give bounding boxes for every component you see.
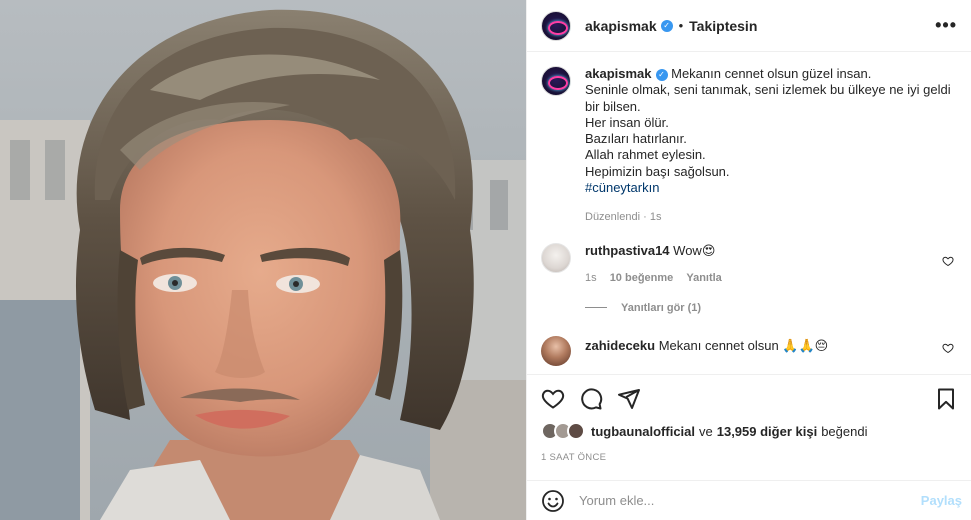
liker-avatars xyxy=(541,422,585,440)
comment-meta: 1s 10 beğenme Yanıtla xyxy=(585,272,958,284)
action-bar xyxy=(527,374,971,420)
likes-connector: ve xyxy=(699,423,713,439)
author-avatar[interactable] xyxy=(541,10,571,41)
hashtag-link[interactable]: #cüneytarkın xyxy=(585,180,659,195)
share-icon[interactable] xyxy=(617,387,641,411)
commenter-avatar[interactable] xyxy=(541,335,571,366)
other-likes-link[interactable]: 13,959 diğer kişi xyxy=(717,424,817,439)
comments-scroll-area[interactable]: akapismak ✓ Mekanın cennet olsun güzel in… xyxy=(527,52,971,374)
likes-suffix: beğendi xyxy=(821,423,868,439)
portrait-image xyxy=(0,0,526,520)
caption-avatar[interactable] xyxy=(541,66,571,96)
comment-like-heart-icon[interactable] xyxy=(942,342,954,354)
comment-input[interactable]: Yorum ekle... xyxy=(579,493,921,508)
separator-dot: • xyxy=(678,18,684,33)
caption-line: Seninle olmak, seni tanımak, seni izleme… xyxy=(585,82,951,114)
comment-icon[interactable] xyxy=(579,387,603,411)
caption-line: Allah rahmet eylesin. xyxy=(585,147,706,163)
comment-likes-link[interactable]: 10 beğenme xyxy=(610,272,674,284)
caption-verified-icon: ✓ xyxy=(655,68,668,81)
liker-username[interactable]: tugbaunalofficial xyxy=(591,424,695,439)
replies-divider-line xyxy=(585,307,607,309)
comment-item: ruthpastiva14 Wow😍 1s 10 beğenme Yanıtla xyxy=(541,243,958,284)
heart-icon[interactable] xyxy=(541,387,565,411)
caption-meta: Düzenlendi · 1s xyxy=(585,211,662,224)
view-replies-button[interactable]: Yanıtları gör (1) xyxy=(585,302,958,314)
comment-item: zahideceku Mekanı cennet olsun 🙏🙏😔 xyxy=(541,335,958,366)
author-username[interactable]: akapismak xyxy=(585,18,657,34)
post-photo[interactable] xyxy=(0,0,526,520)
caption-line: Her insan ölür. xyxy=(585,114,669,130)
caption-line: Mekanın cennet olsun güzel insan. xyxy=(671,66,872,81)
comment-like-heart-icon[interactable] xyxy=(942,255,954,267)
caption-line: Hepimizin başı sağolsun. xyxy=(585,163,730,179)
emoji-icon[interactable] xyxy=(541,489,565,513)
liker-avatar[interactable] xyxy=(567,422,585,440)
post-side-panel: akapismak ✓ • Takiptesin ••• akapismak ✓ … xyxy=(526,0,971,520)
caption-username[interactable]: akapismak xyxy=(585,66,652,81)
more-options-icon[interactable]: ••• xyxy=(935,15,957,36)
comment-text: zahideceku Mekanı cennet olsun 🙏🙏😔 xyxy=(585,338,958,354)
reply-button[interactable]: Yanıtla xyxy=(686,272,721,284)
commenter-avatar[interactable] xyxy=(541,243,571,274)
bookmark-icon[interactable] xyxy=(934,387,958,411)
post-comment-button[interactable]: Paylaş xyxy=(921,493,962,508)
follow-status-button[interactable]: Takiptesin xyxy=(689,18,757,34)
view-replies-label: Yanıtları gör (1) xyxy=(621,301,702,314)
comment-body: Wow😍 xyxy=(673,243,716,259)
post-timestamp[interactable]: 1 SAAT ÖNCE xyxy=(541,452,606,463)
commenter-username[interactable]: ruthpastiva14 xyxy=(585,243,670,258)
verified-icon: ✓ xyxy=(660,19,673,32)
caption-line: Bazıları hatırlanır. xyxy=(585,131,687,147)
edited-label: Düzenlendi xyxy=(585,211,641,224)
commenter-username[interactable]: zahideceku xyxy=(585,338,655,353)
caption-row: akapismak ✓ Mekanın cennet olsun güzel in… xyxy=(541,66,958,223)
likes-summary: tugbaunalofficial ve 13,959 diğer kişi b… xyxy=(541,422,867,440)
comment-text: ruthpastiva14 Wow😍 xyxy=(585,243,958,259)
comment-time: 1s xyxy=(585,271,597,284)
add-comment-bar: Yorum ekle... Paylaş xyxy=(527,480,971,520)
caption-time: 1s xyxy=(649,211,662,224)
caption-text: akapismak ✓ Mekanın cennet olsun güzel in… xyxy=(585,66,958,196)
comment-body: Mekanı cennet olsun 🙏🙏😔 xyxy=(658,337,829,353)
post-header: akapismak ✓ • Takiptesin ••• xyxy=(527,0,971,52)
